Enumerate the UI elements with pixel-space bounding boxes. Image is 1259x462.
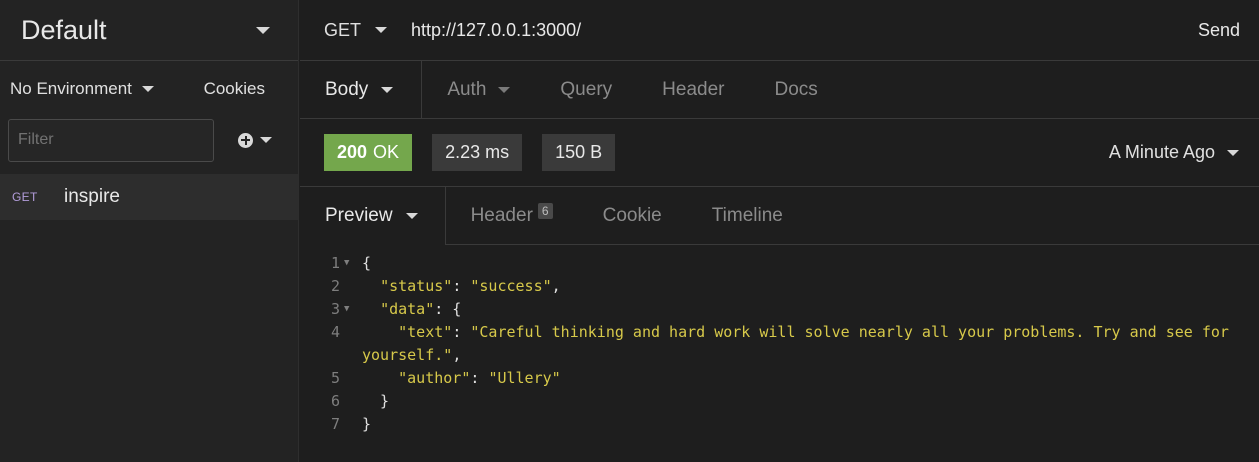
response-size-badge: 150 B [542, 134, 616, 171]
tab-timeline[interactable]: Timeline [686, 187, 808, 245]
json-string: "success" [470, 277, 552, 295]
filter-input[interactable] [8, 118, 214, 162]
chevron-down-icon [498, 86, 511, 93]
line-number: 5 [330, 369, 340, 387]
tab-auth-label: Auth [447, 78, 487, 100]
json-key: "author" [398, 369, 471, 387]
workspace-selector[interactable]: Default [0, 0, 298, 61]
request-method-badge: GET [12, 190, 38, 204]
status-badge: 200 OK [324, 134, 413, 171]
fold-arrow-icon[interactable]: ▼ [340, 252, 362, 275]
code-line: 3 ▼ "data": { [300, 298, 1259, 321]
code-line: 2 "status": "success", [300, 275, 1259, 298]
response-time-badge: 2.23 ms [432, 134, 523, 171]
status-code: 200 [337, 142, 368, 162]
cookies-button[interactable]: Cookies [204, 79, 265, 99]
sidebar: Default No Environment Cookies GET inspi… [0, 0, 299, 462]
tab-preview[interactable]: Preview [300, 187, 446, 245]
code-text: "text": "Careful thinking and hard work … [362, 323, 1238, 364]
request-name: inspire [64, 186, 120, 207]
code-text: } [362, 392, 390, 410]
tab-bar-filler [807, 187, 1259, 245]
code-line: 7 } [300, 413, 1259, 436]
filter-row [0, 116, 298, 164]
code-text: "status": "success", [380, 277, 561, 295]
chevron-down-icon [1227, 149, 1239, 156]
plus-circle-icon [238, 132, 253, 148]
response-body-viewer[interactable]: 1 ▼ { 2 "status": "success", 3 ▼ "data":… [300, 252, 1259, 436]
main-panel: GET Send Body Auth Query Header Docs 200… [300, 0, 1259, 462]
line-number: 2 [330, 277, 340, 295]
response-history-selector[interactable]: A Minute Ago [1109, 142, 1239, 163]
request-item-inspire[interactable]: GET inspire [0, 174, 298, 220]
line-number: 7 [330, 415, 340, 433]
request-tabs: Body Auth Query Header Docs [300, 61, 1259, 119]
tab-cookie[interactable]: Cookie [577, 187, 687, 245]
tab-response-header[interactable]: Header 6 [445, 187, 578, 245]
code-line: 5 "author": "Ullery" [300, 367, 1259, 390]
workspace-title: Default [21, 14, 107, 45]
environment-selector[interactable]: No Environment [10, 79, 154, 99]
send-button[interactable]: Send [1179, 20, 1259, 41]
chevron-down-icon [260, 137, 272, 143]
json-string: "Ullery" [488, 369, 561, 387]
code-line: 4 "text": "Careful thinking and hard wor… [300, 321, 1259, 367]
header-count-badge: 6 [537, 202, 553, 219]
json-key: "data" [380, 300, 435, 318]
chevron-down-icon [405, 213, 418, 219]
response-tabs: Preview Header 6 Cookie Timeline [300, 187, 1259, 245]
tab-query[interactable]: Query [535, 61, 637, 118]
url-bar: GET Send [300, 0, 1259, 61]
json-string: "Careful thinking and hard work will sol… [362, 323, 1238, 364]
tab-body[interactable]: Body [300, 61, 423, 118]
url-input[interactable] [411, 19, 1179, 41]
code-line: 6 } [300, 390, 1259, 413]
line-number: 1 [330, 254, 340, 272]
code-text: { [362, 254, 372, 272]
chevron-down-icon [375, 27, 388, 33]
method-label: GET [324, 19, 362, 40]
fold-arrow-icon[interactable]: ▼ [340, 298, 362, 321]
line-number: 6 [330, 392, 340, 410]
tab-preview-label: Preview [325, 205, 393, 226]
json-key: "status" [380, 277, 453, 295]
status-text: OK [373, 142, 400, 162]
code-text: "data": { [380, 300, 462, 318]
method-selector[interactable]: GET [324, 19, 388, 41]
time-ago-label: A Minute Ago [1108, 142, 1215, 162]
response-status-row: 200 OK 2.23 ms 150 B A Minute Ago [300, 119, 1259, 187]
code-line: 1 ▼ { [300, 252, 1259, 275]
chevron-down-icon [381, 86, 394, 93]
tab-response-header-label: Header [470, 204, 533, 226]
line-number: 4 [330, 323, 340, 341]
tab-docs[interactable]: Docs [749, 61, 842, 118]
chevron-down-icon [256, 26, 270, 34]
chevron-down-icon [141, 85, 154, 92]
add-request-button[interactable] [238, 132, 272, 148]
code-text: } [362, 415, 372, 433]
line-number: 3 [330, 300, 340, 318]
tab-header[interactable]: Header [637, 61, 749, 118]
tab-auth[interactable]: Auth [422, 61, 535, 118]
environment-label: No Environment [10, 78, 132, 98]
tab-body-label: Body [325, 78, 369, 100]
code-text: "author": "Ullery" [398, 369, 561, 387]
json-key: "text" [398, 323, 453, 341]
environment-row: No Environment Cookies [0, 61, 298, 116]
